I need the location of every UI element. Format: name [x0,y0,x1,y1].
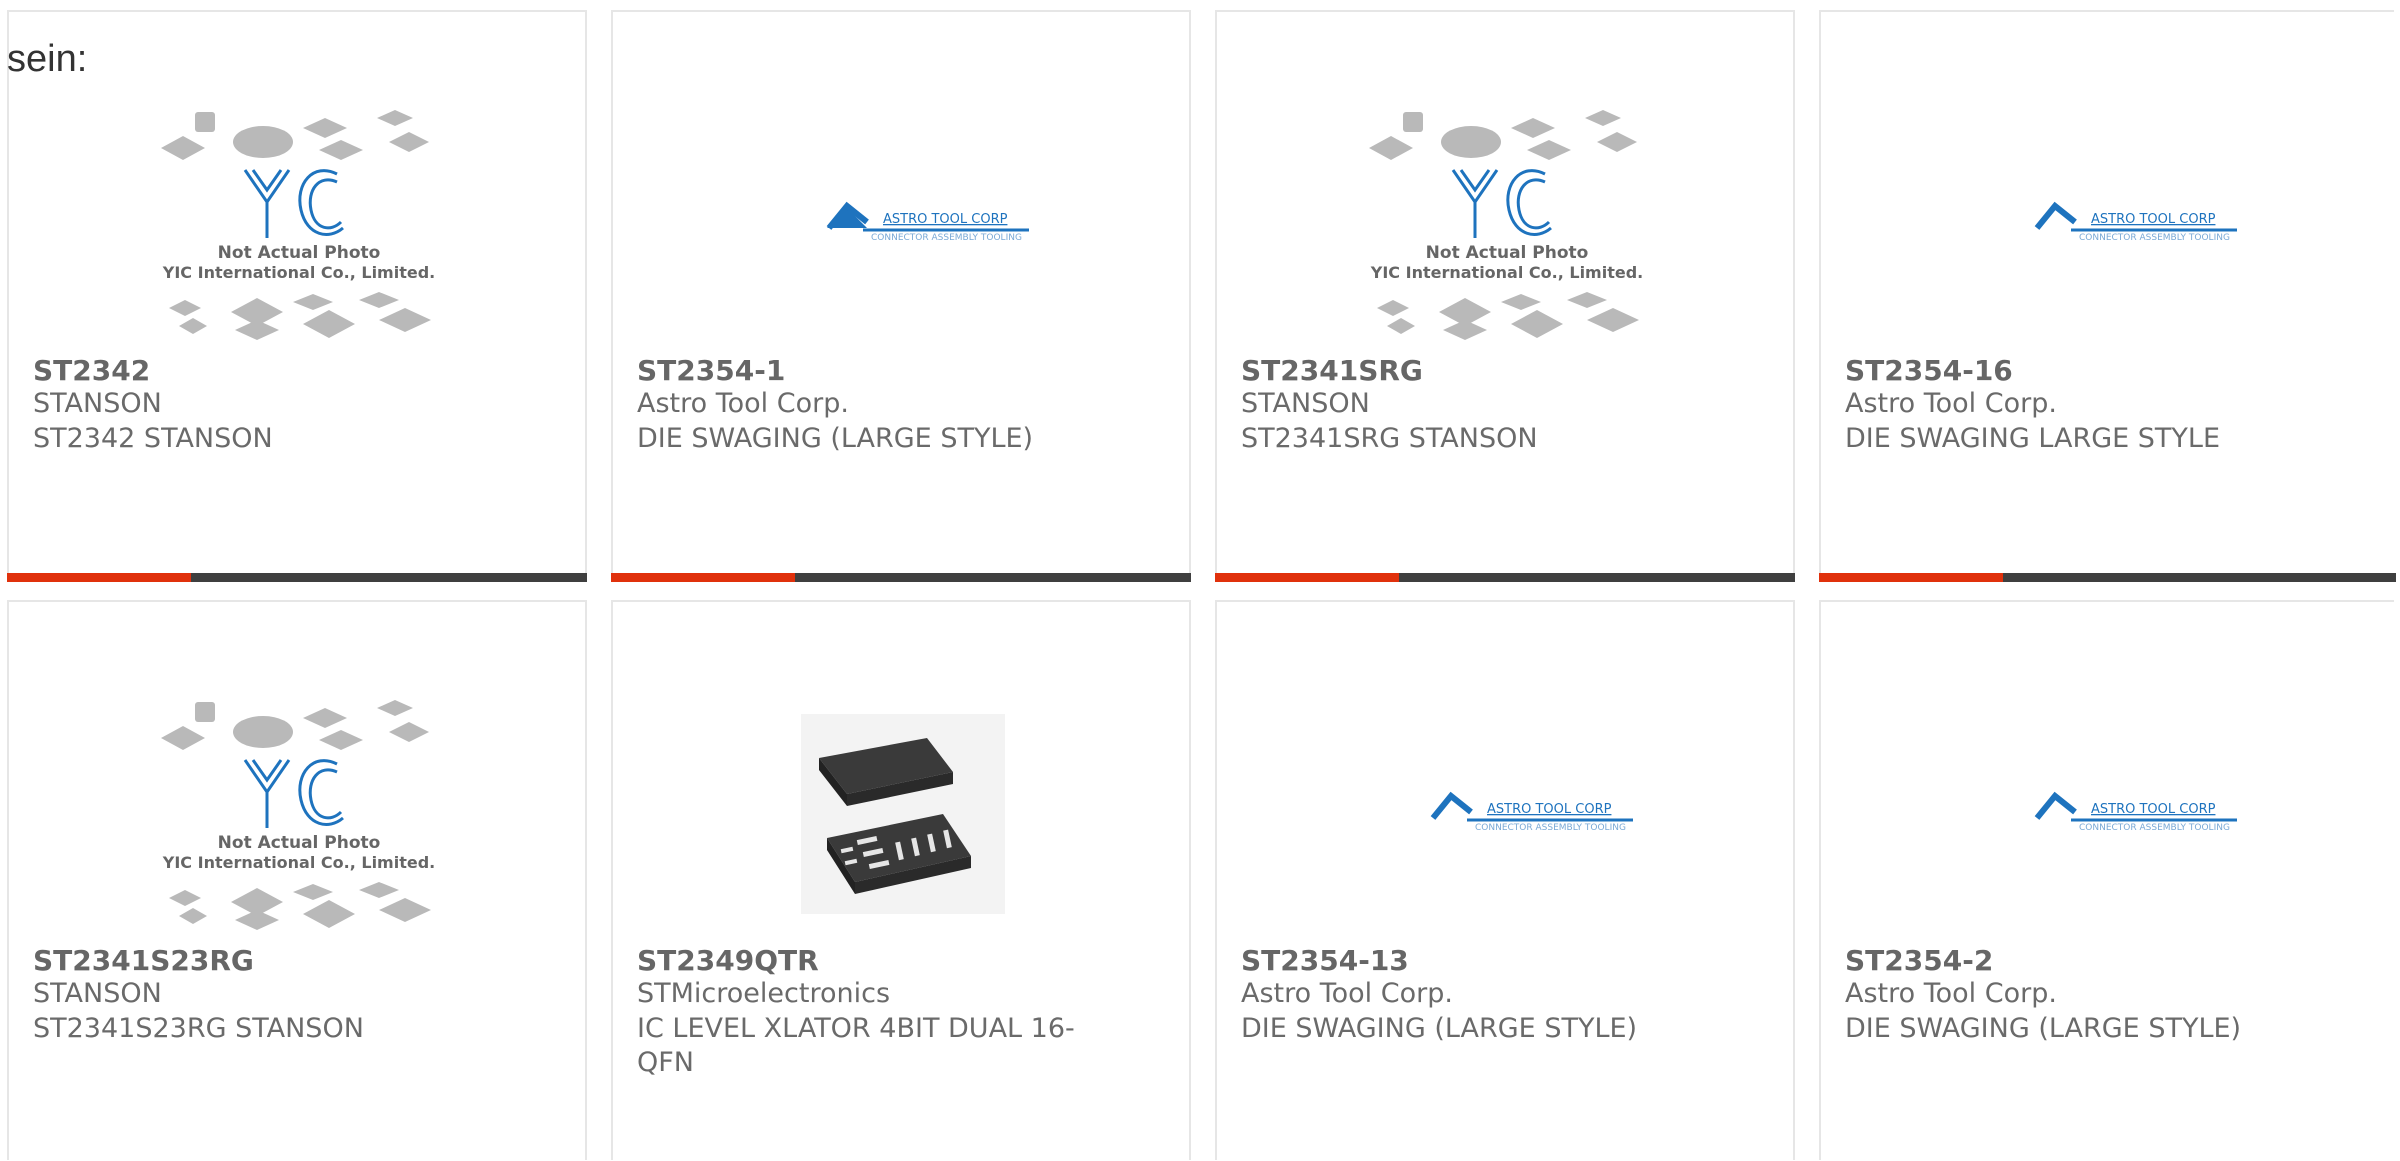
part-number[interactable]: ST2349QTR [637,944,819,977]
card-footer-accent [7,573,191,582]
product-card[interactable]: ASTRO TOOL CORP CONNECTOR ASSEMBLY TOOLI… [1819,10,2396,582]
astro-logo-name: ASTRO TOOL CORP [2091,802,2216,817]
part-number[interactable]: ST2354-1 [637,354,785,387]
part-number[interactable]: ST2342 [33,354,150,387]
part-number[interactable]: ST2354-13 [1241,944,1409,977]
manufacturer: Astro Tool Corp. [1241,978,1453,1009]
astro-logo-tagline: CONNECTOR ASSEMBLY TOOLING [2079,823,2230,833]
manufacturer: STANSON [1241,388,1370,419]
product-card[interactable]: ASTRO TOOL CORP CONNECTOR ASSEMBLY TOOLI… [611,10,1191,582]
manufacturer: STANSON [33,978,162,1009]
placeholder-line1: Not Actual Photo [218,833,381,853]
card-footer-accent [1819,573,2003,582]
placeholder-line1: Not Actual Photo [1426,243,1589,263]
astro-tool-logo-image: ASTRO TOOL CORP CONNECTOR ASSEMBLY TOOLI… [826,201,1029,243]
intro-text: sein: [7,38,88,80]
astro-logo-tagline: CONNECTOR ASSEMBLY TOOLING [2079,233,2230,243]
yic-placeholder-image: Not Actual Photo YIC International Co., … [1369,110,1643,340]
description: DIE SWAGING LARGE STYLE [1845,423,2221,454]
astro-tool-logo-image: ASTRO TOOL CORP CONNECTOR ASSEMBLY TOOLI… [2034,791,2237,833]
description: DIE SWAGING (LARGE STYLE) [1845,1013,2242,1044]
product-card[interactable]: Not Actual Photo YIC International Co., … [7,10,587,582]
manufacturer: STANSON [33,388,162,419]
yic-placeholder-image: Not Actual Photo YIC International Co., … [161,110,435,340]
description: ST2341S23RG STANSON [33,1013,364,1044]
manufacturer: STMicroelectronics [637,978,891,1009]
placeholder-line2: YIC International Co., Limited. [162,263,435,282]
product-image: ASTRO TOOL CORP CONNECTOR ASSEMBLY TOOLI… [1361,688,1653,956]
product-grid: Not Actual Photo YIC International Co., … [7,10,2399,1160]
product-card[interactable]: ASTRO TOOL CORP CONNECTOR ASSEMBLY TOOLI… [1215,600,1795,1160]
product-image: ASTRO TOOL CORP CONNECTOR ASSEMBLY TOOLI… [1965,98,2257,366]
card-footer-bar [1819,573,2396,582]
astro-logo-tagline: CONNECTOR ASSEMBLY TOOLING [1475,823,1626,833]
card-footer-bar [611,573,1191,582]
part-number[interactable]: ST2341S23RG [33,944,254,977]
qfn-chip-image [801,714,1005,914]
manufacturer: Astro Tool Corp. [637,388,849,419]
part-number[interactable]: ST2354-2 [1845,944,1993,977]
product-card[interactable]: Not Actual Photo YIC International Co., … [1215,10,1795,582]
astro-tool-logo-image: ASTRO TOOL CORP CONNECTOR ASSEMBLY TOOLI… [2034,201,2237,243]
product-card[interactable]: Not Actual Photo YIC International Co., … [7,600,587,1160]
product-image [757,688,1049,956]
astro-logo-name: ASTRO TOOL CORP [883,212,1008,227]
card-footer-bar [7,573,587,582]
description: DIE SWAGING (LARGE STYLE) [637,423,1034,454]
astro-logo-name: ASTRO TOOL CORP [2091,212,2216,227]
yic-placeholder-image: Not Actual Photo YIC International Co., … [161,700,435,930]
product-card[interactable]: ASTRO TOOL CORP CONNECTOR ASSEMBLY TOOLI… [1819,600,2394,1160]
description: IC LEVEL XLATOR 4BIT DUAL 16-QFN [637,1013,1075,1078]
description: ST2341SRG STANSON [1241,423,1538,454]
part-number[interactable]: ST2354-16 [1845,354,2013,387]
description: ST2342 STANSON [33,423,273,454]
manufacturer: Astro Tool Corp. [1845,388,2057,419]
part-number[interactable]: ST2341SRG [1241,354,1423,387]
product-image: Not Actual Photo YIC International Co., … [153,98,445,366]
astro-logo-tagline: CONNECTOR ASSEMBLY TOOLING [871,233,1022,243]
product-card[interactable]: ST2349QTR STMicroelectronics IC LEVEL XL… [611,600,1191,1160]
placeholder-line2: YIC International Co., Limited. [1370,263,1643,282]
placeholder-line1: Not Actual Photo [218,243,381,263]
card-footer-bar [1215,573,1795,582]
astro-tool-logo-image: ASTRO TOOL CORP CONNECTOR ASSEMBLY TOOLI… [1430,791,1633,833]
astro-logo-name: ASTRO TOOL CORP [1487,802,1612,817]
product-image: ASTRO TOOL CORP CONNECTOR ASSEMBLY TOOLI… [1965,688,2257,956]
card-footer-accent [611,573,795,582]
product-image: Not Actual Photo YIC International Co., … [1361,98,1653,366]
product-image: Not Actual Photo YIC International Co., … [153,688,445,956]
description: DIE SWAGING (LARGE STYLE) [1241,1013,1638,1044]
card-footer-accent [1215,573,1399,582]
product-image: ASTRO TOOL CORP CONNECTOR ASSEMBLY TOOLI… [757,98,1049,366]
placeholder-line2: YIC International Co., Limited. [162,853,435,872]
manufacturer: Astro Tool Corp. [1845,978,2057,1009]
